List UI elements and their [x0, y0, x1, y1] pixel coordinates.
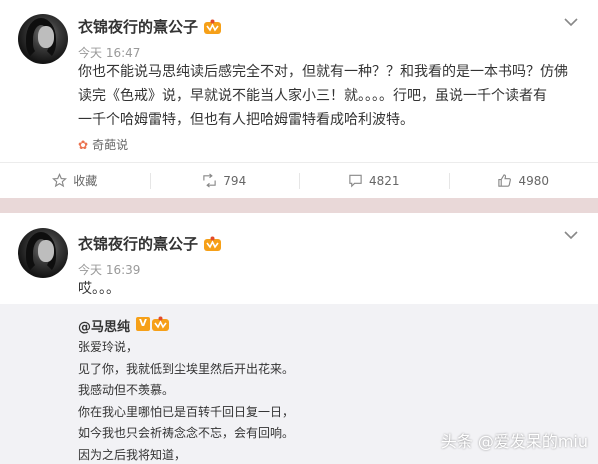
- repost-text-line: 我感动但不羡慕。: [78, 383, 175, 397]
- post-text-line: 你也不能说马思纯读后感完全不对，但就有一种？？和我看的是一本书吗？仿佛: [78, 64, 568, 80]
- post-text: 你也不能说马思纯读后感完全不对，但就有一种？？和我看的是一本书吗？仿佛 读完《色…: [78, 60, 568, 132]
- action-bar: 收藏 794 4821 4980: [0, 162, 598, 198]
- source-topic[interactable]: ✿ 奇葩说: [78, 136, 128, 153]
- repost-icon: [203, 173, 216, 188]
- chevron-down-icon[interactable]: [563, 17, 579, 27]
- avatar[interactable]: [18, 228, 68, 278]
- repost-count: 794: [223, 173, 247, 188]
- chevron-down-icon[interactable]: [563, 230, 579, 240]
- post-text: 哎。。。: [78, 277, 120, 301]
- thumbs-up-icon: [498, 174, 512, 187]
- post-text-line: 一千个哈姆雷特，但也有人把哈姆雷特看成哈利波特。: [78, 112, 414, 128]
- comment-button[interactable]: 4821: [299, 163, 449, 198]
- repost-author[interactable]: @马思纯: [78, 316, 130, 335]
- repost-text-line: 张爱玲说，: [78, 340, 139, 354]
- star-icon: [52, 173, 68, 188]
- favorite-button[interactable]: 收藏: [0, 163, 150, 198]
- post-text-line: 哎。。。: [78, 281, 120, 297]
- verified-badge: V: [136, 317, 150, 331]
- flower-icon: ✿: [78, 137, 89, 152]
- favorite-label: 收藏: [73, 174, 98, 188]
- watermark: 头条 @爱发呆的miu: [440, 432, 588, 451]
- comment-count: 4821: [368, 173, 400, 188]
- source-label: 奇葩说: [92, 138, 129, 152]
- repost-text-line: 见了你，我就低到尘埃里然后开出花来。: [78, 361, 295, 376]
- repost-text-line: 如今我也只会祈祷念念不忘，会有回响。: [78, 426, 295, 440]
- vip-crown-icon[interactable]: [152, 316, 169, 331]
- post-text-line: 读完《色戒》说，早就说不能当人家小三！就。。。。行吧，虽说一千个读者有: [78, 88, 547, 104]
- like-button[interactable]: 4980: [448, 163, 598, 198]
- repost-text: 张爱玲说， 见了你，我就低到尘埃里然后开出花来。 我感动但不羡慕。 你在我心里哪…: [78, 337, 294, 464]
- post-time[interactable]: 今天 16:47: [78, 44, 140, 61]
- vip-crown-icon[interactable]: [204, 19, 221, 34]
- post-card-2: 衣锦夜行的熹公子 今天 16:39 哎。。。 @马思纯 V 张爱玲说， 见了你，…: [0, 213, 598, 464]
- like-count: 4980: [518, 173, 550, 188]
- post-card-1: 衣锦夜行的熹公子 今天 16:47 你也不能说马思纯读后感完全不对，但就有一种？…: [0, 0, 598, 198]
- comment-icon: [349, 174, 362, 188]
- avatar[interactable]: [18, 14, 68, 64]
- repost-button[interactable]: 794: [149, 163, 300, 198]
- author-name[interactable]: 衣锦夜行的熹公子: [78, 233, 198, 254]
- vip-crown-icon[interactable]: [204, 236, 221, 251]
- repost-text-line: 因为之后我将知道，: [78, 447, 187, 462]
- post-time[interactable]: 今天 16:39: [78, 261, 140, 278]
- repost-text-line: 你在我心里哪怕已是百转千回日复一日，: [78, 404, 295, 419]
- author-name[interactable]: 衣锦夜行的熹公子: [78, 16, 198, 37]
